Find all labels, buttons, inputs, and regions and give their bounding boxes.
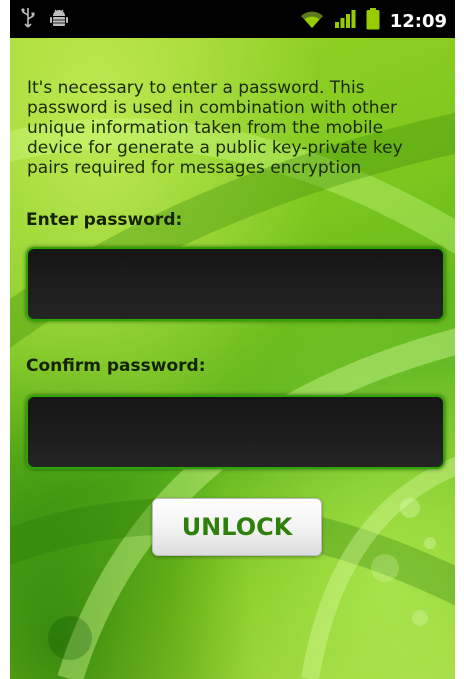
confirm-password-label: Confirm password: bbox=[26, 356, 206, 376]
password-info-text: It's necessary to enter a password. This… bbox=[27, 78, 403, 178]
battery-icon bbox=[366, 8, 380, 35]
unlock-button[interactable]: UNLOCK bbox=[152, 498, 322, 556]
status-bar: 12:09 bbox=[10, 0, 455, 38]
usb-icon bbox=[20, 7, 36, 34]
notification-icons bbox=[20, 7, 68, 34]
status-clock: 12:09 bbox=[389, 10, 447, 32]
system-icons: 12:09 bbox=[300, 8, 447, 35]
android-debug-icon bbox=[50, 7, 68, 34]
password-setup-screen: It's necessary to enter a password. This… bbox=[10, 38, 455, 679]
password-input[interactable] bbox=[26, 247, 445, 321]
enter-password-label: Enter password: bbox=[26, 210, 183, 230]
wifi-icon bbox=[300, 9, 324, 34]
signal-icon bbox=[334, 9, 356, 34]
app-frame: 12:09 It's necessary to enter a password… bbox=[10, 0, 455, 679]
confirm-password-input[interactable] bbox=[26, 395, 445, 469]
